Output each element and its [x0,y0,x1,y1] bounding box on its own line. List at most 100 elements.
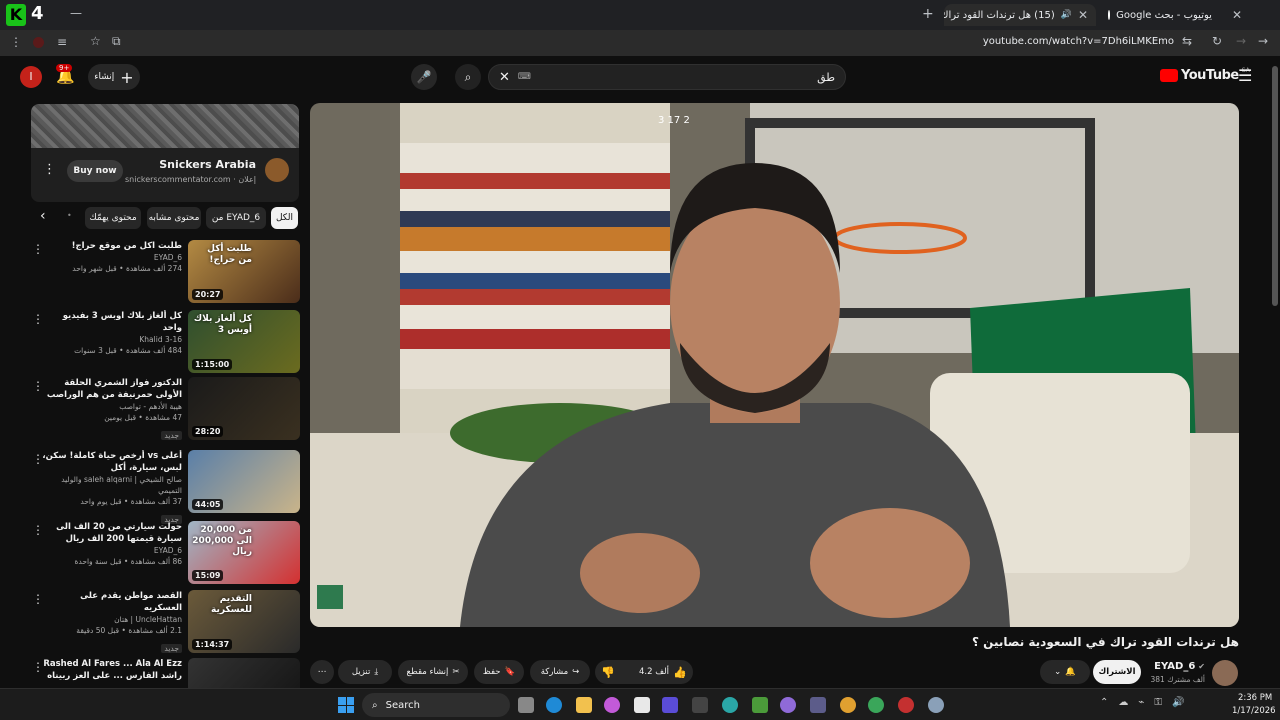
screenshot-icon[interactable]: ⧉ [112,34,121,49]
chrome-icon-2[interactable] [868,697,884,713]
url-field[interactable]: youtube.com/watch?v=7Dh6iLMKEmo [983,36,1174,47]
dislike-icon[interactable]: 👎 [601,666,615,679]
notify-button[interactable]: ⌄ 🔔 [1040,660,1090,684]
channel-name[interactable]: Khalid 3-16 [42,334,182,345]
channel-name[interactable]: EYAD_6 [42,252,182,263]
taskbar-search[interactable]: ⌕ Search [362,693,510,717]
video-thumbnail[interactable]: 28:20 [188,377,300,440]
channel-name[interactable]: UncleHattan | هتان [42,614,182,625]
more-options-icon[interactable]: ⋮ [32,242,44,256]
create-button[interactable]: إنشاء + [88,64,140,90]
channel-name[interactable]: صالح الشيخي | saleh alqarni والوليد التم… [42,474,182,496]
recommended-video[interactable]: كل ألغاز بلاك أوبس 3 1:15:00 كل ألغاز بلاك… [30,310,300,376]
more-options-icon[interactable]: ⋮ [32,523,44,537]
file-explorer-icon[interactable] [576,697,592,713]
video-title[interactable]: أعلى vs أرخص حياة كاملة! سكن، لبس، سيارة… [42,450,182,474]
bookmark-star-icon[interactable]: ☆ [90,34,101,48]
video-thumbnail[interactable]: كل ألغاز بلاك أوبس 3 1:15:00 [188,310,300,373]
recommended-video[interactable]: التقديم للعسكرية 1:14:37 القصد مواطن يقدم … [30,590,300,656]
page-scrollbar[interactable] [1272,66,1278,306]
search-button[interactable]: ⌕ [455,64,481,90]
settings-icon[interactable] [928,697,944,713]
channel-name[interactable]: EYAD_6 [42,545,182,556]
ad-cta-button[interactable]: Buy now [67,160,123,182]
subscribe-button[interactable]: الاشتراك [1093,660,1141,684]
download-button[interactable]: تنزيل ⤓ [338,660,392,684]
video-title[interactable]: الدكتور فواز الشمري الحلقة الأولى حمرنيف… [42,377,182,401]
keyboard-icon[interactable]: ⌨ [518,72,531,82]
recommended-video[interactable]: 28:20 الدكتور فواز الشمري الحلقة الأولى ح… [30,377,300,443]
chip-similar-interest[interactable]: محتوى يهمّك [85,207,141,229]
app-icon-4[interactable] [810,697,826,713]
new-tab-button[interactable]: + [922,6,934,22]
profile-icon[interactable] [33,37,44,48]
video-title[interactable]: طلبت اكل من موقع حراج! [42,240,182,252]
clip-button[interactable]: إنشاء مقطع ✂ [398,660,468,684]
video-title[interactable]: حولت سيارتي من 20 الف الى سيارة قيمتها 2… [42,521,182,545]
discord-icon[interactable] [780,697,796,713]
clear-search-icon[interactable]: ✕ [499,70,510,85]
recommended-video[interactable]: طلبت أكل من حراج! 20:27 طلبت اكل من موقع ح… [30,240,300,306]
more-options-icon[interactable]: ⋮ [32,379,44,393]
video-thumbnail[interactable]: 44:05 [188,450,300,513]
more-options-icon[interactable]: ⋮ [32,452,44,466]
menu-icon[interactable]: ⋮ [10,35,22,49]
chip-all[interactable]: الكل [271,207,298,229]
app-icon-1[interactable] [662,697,678,713]
video-title[interactable]: Rashed Al Fares ... Ala Al Ezz راشد الفا… [42,658,182,682]
chips-prev-icon[interactable]: ‹ [40,208,46,224]
channel-name[interactable]: EYAD_6 ✔ [1154,661,1205,672]
video-thumbnail[interactable] [188,658,300,688]
app-icon-3[interactable] [722,697,738,713]
account-avatar[interactable]: I [20,66,42,88]
more-options-icon[interactable]: ⋮ [32,592,44,606]
chip-similar[interactable]: محتوى مشابه [147,207,201,229]
youtube-logo[interactable]: YouTube SA [1160,67,1250,83]
task-view-icon[interactable] [518,697,534,713]
channel-name[interactable]: هيبة الأدهم - تواصب [42,401,182,412]
back-icon[interactable]: → [1258,34,1268,48]
edge-icon[interactable] [546,697,562,713]
reload-icon[interactable]: ↻ [1212,34,1222,48]
video-thumbnail[interactable]: التقديم للعسكرية 1:14:37 [188,590,300,653]
close-tab-icon[interactable]: ✕ [1232,8,1242,22]
start-icon[interactable] [338,697,354,713]
guide-menu-icon[interactable]: ☰ [1238,66,1252,85]
app-icon-5[interactable] [898,697,914,713]
ad-card[interactable]: Snickers Arabia إعلان · snickerscommenta… [31,104,299,202]
channel-avatar[interactable] [1212,660,1238,686]
video-player[interactable]: لا إله إلا الله 3 17 2 [310,103,1239,627]
tab-google[interactable]: ✕ يوتيوب - بحث Google [1100,4,1250,26]
like-dislike-group[interactable]: 👎 4.2 ألف 👍 [595,660,693,684]
more-options-icon[interactable]: ⋮ [32,312,44,326]
video-thumbnail[interactable]: طلبت أكل من حراج! 20:27 [188,240,300,303]
save-button[interactable]: حفظ 🔖 [474,660,524,684]
reading-mode-icon[interactable]: ≡ [57,35,67,49]
tab-video[interactable]: ✕ 🔊 (15) هل ترندات القود تراك فـ [944,4,1096,26]
voice-search-button[interactable]: 🎤 [411,64,437,90]
search-input[interactable]: ✕ ⌨ طق [488,64,846,90]
more-actions-button[interactable]: ⋯ [310,660,334,684]
more-options-icon[interactable]: ⋮ [32,660,44,674]
recommended-video[interactable]: Rashed Al Fares ... Ala Al Ezz راشد الفا… [30,658,300,688]
like-icon[interactable]: 👍 [673,666,687,679]
tray-icons[interactable]: ⌃☁⌁⚿🔊 [1100,697,1194,708]
recommended-video[interactable]: 44:05 أعلى vs أرخص حياة كاملة! سكن، لبس، … [30,450,300,524]
video-thumbnail[interactable]: من 20,000 الى 200,000 ريال 15:09 [188,521,300,584]
store-icon[interactable] [634,697,650,713]
chrome-icon[interactable] [840,697,856,713]
chip-from-channel[interactable]: من EYAD_6 [206,207,266,229]
recommended-video[interactable]: من 20,000 الى 200,000 ريال 15:09 حولت سيار… [30,521,300,587]
share-button[interactable]: مشاركة ↪ [530,660,590,684]
tune-icon[interactable]: ⇆ [1182,34,1192,48]
close-tab-icon[interactable]: ✕ [1078,8,1088,22]
minecraft-icon[interactable] [752,697,768,713]
copilot-icon[interactable] [604,697,620,713]
app-icon-2[interactable] [692,697,708,713]
video-title[interactable]: كل ألغاز بلاك اوبس 3 بفيديو واحد [42,310,182,334]
forward-icon[interactable]: → [1236,34,1246,48]
notifications-button[interactable]: 🔔 9+ [56,64,78,88]
minimize-icon[interactable]: — [70,6,82,20]
ad-menu-icon[interactable]: ⋮ [43,162,56,177]
video-title[interactable]: القصد مواطن يقدم على العسكريه [42,590,182,614]
